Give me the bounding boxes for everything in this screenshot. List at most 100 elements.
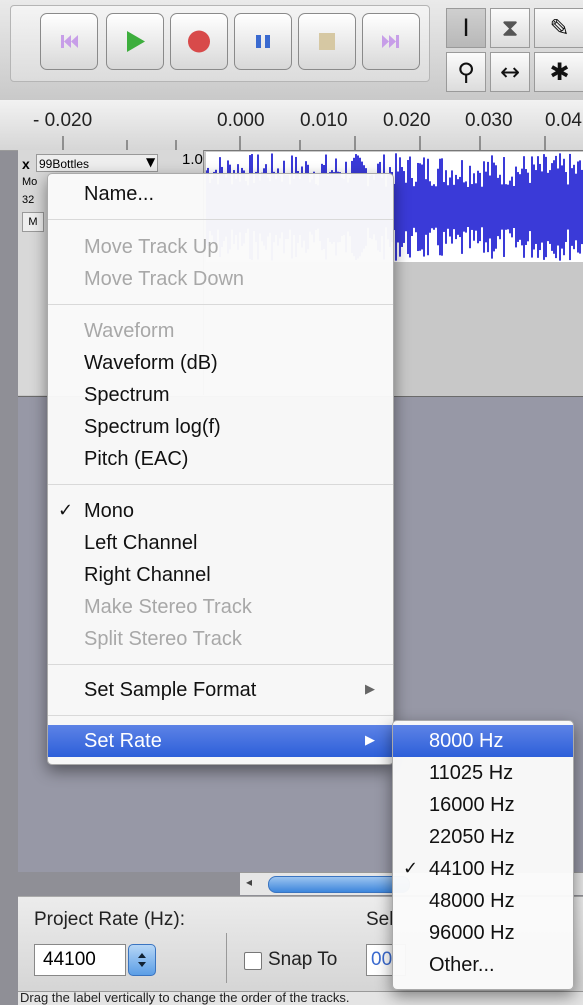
stop-button[interactable]	[298, 13, 356, 70]
envelope-icon: ⧗	[501, 14, 519, 42]
rate-option-label: 44100 Hz	[429, 858, 515, 880]
stepper-arrows-icon	[138, 953, 146, 967]
ruler-tick-label: 0.04	[545, 110, 582, 131]
project-rate-input[interactable]: 44100	[34, 944, 126, 976]
menu-item-name[interactable]: Name...	[48, 178, 393, 210]
play-icon	[127, 31, 145, 52]
menu-item-label: Make Stereo Track	[84, 596, 252, 618]
i-beam-icon: I	[462, 14, 470, 42]
rate-option-8000[interactable]: 8000 Hz	[393, 725, 573, 757]
asterisk-icon: ✱	[549, 58, 570, 86]
rate-option-44100[interactable]: ✓ 44100 Hz	[393, 853, 573, 885]
project-rate-dropdown[interactable]	[128, 944, 156, 976]
menu-item-move-track-up: Move Track Up	[48, 231, 393, 263]
menu-item-set-sample-format[interactable]: Set Sample Format ▶	[48, 674, 393, 706]
menu-item-waveform: Waveform	[48, 315, 393, 347]
scroll-left-icon[interactable]: ◂	[246, 875, 252, 889]
menu-item-pitch[interactable]: Pitch (EAC)	[48, 443, 393, 475]
set-rate-submenu: 8000 Hz 11025 Hz 16000 Hz 22050 Hz ✓ 4410…	[392, 720, 574, 990]
menu-item-make-stereo-track: Make Stereo Track	[48, 591, 393, 623]
snap-to-checkbox[interactable]	[244, 952, 262, 970]
scrollbar-thumb[interactable]	[268, 876, 410, 893]
ruler-tick-label: - 0.020	[33, 110, 93, 131]
menu-item-label: Mono	[84, 500, 135, 522]
menu-item-label: Move Track Down	[84, 268, 245, 290]
skip-to-start-button[interactable]	[40, 13, 98, 70]
rate-option-22050[interactable]: 22050 Hz	[393, 821, 573, 853]
rate-option-other[interactable]: Other...	[393, 949, 573, 981]
pause-icon	[256, 35, 270, 48]
menu-item-left-channel[interactable]: Left Channel	[48, 527, 393, 559]
menu-item-set-rate[interactable]: Set Rate ▶	[48, 725, 393, 757]
rate-option-96000[interactable]: 96000 Hz	[393, 917, 573, 949]
menu-item-label: Waveform	[84, 320, 175, 342]
menu-separator	[48, 664, 393, 665]
menu-item-right-channel[interactable]: Right Channel	[48, 559, 393, 591]
menu-separator	[48, 219, 393, 220]
menu-item-spectrum[interactable]: Spectrum	[48, 379, 393, 411]
rate-option-48000[interactable]: 48000 Hz	[393, 885, 573, 917]
stop-icon	[319, 33, 335, 50]
checkmark-icon: ✓	[58, 500, 74, 521]
menu-item-label: Name...	[84, 183, 155, 205]
project-rate-label: Project Rate (Hz):	[34, 909, 185, 930]
rate-option-11025[interactable]: 11025 Hz	[393, 757, 573, 789]
multi-tool-button[interactable]: ✱	[534, 52, 583, 92]
selection-label: Sel	[366, 909, 394, 930]
menu-item-label: Move Track Up	[84, 236, 219, 258]
menu-item-spectrum-log[interactable]: Spectrum log(f)	[48, 411, 393, 443]
menu-item-label: Spectrum	[84, 384, 170, 406]
skip-to-end-button[interactable]	[362, 13, 420, 70]
menu-item-move-track-down: Move Track Down	[48, 263, 393, 295]
chevron-down-icon: ▼	[146, 155, 156, 169]
ruler-tick-label: 0.020	[383, 110, 431, 131]
menu-item-label: Split Stereo Track	[84, 628, 242, 650]
rate-option-label: 8000 Hz	[429, 730, 504, 752]
double-arrow-icon: ↔	[499, 58, 521, 86]
track-scale-label: 1.0	[182, 151, 203, 168]
menu-item-mono[interactable]: ✓ Mono	[48, 495, 393, 527]
track-name-button[interactable]: 99Bottles	[36, 154, 158, 172]
status-bar: Drag the label vertically to change the …	[18, 991, 583, 1005]
pencil-icon: ✎	[549, 14, 570, 42]
snap-to-label: Snap To	[268, 949, 338, 970]
rate-option-label: 96000 Hz	[429, 922, 515, 944]
menu-item-label: Left Channel	[84, 532, 198, 554]
track-info-line: 32	[22, 194, 35, 206]
selection-tool-button[interactable]: I	[446, 8, 486, 48]
draw-tool-button[interactable]: ✎	[534, 8, 583, 48]
track-close-button[interactable]: x	[22, 156, 30, 172]
rate-option-label: 16000 Hz	[429, 794, 515, 816]
menu-item-label: Spectrum log(f)	[84, 416, 221, 438]
time-shift-tool-button[interactable]: ↔	[490, 52, 530, 92]
rate-option-label: 11025 Hz	[429, 762, 514, 784]
ruler-tick-label: 0.030	[465, 110, 513, 131]
menu-item-split-stereo-track: Split Stereo Track	[48, 623, 393, 655]
selection-start-value: 00	[371, 949, 393, 970]
menu-item-label: Right Channel	[84, 564, 211, 586]
ruler-tick-label: 0.010	[300, 110, 348, 131]
magnifier-icon: ⚲	[457, 58, 475, 86]
submenu-arrow-icon: ▶	[365, 733, 375, 748]
track-context-menu: Name... Move Track Up Move Track Down Wa…	[47, 173, 394, 765]
mute-button[interactable]: M	[22, 212, 44, 232]
menu-separator	[48, 304, 393, 305]
record-icon	[188, 30, 210, 53]
status-text: Drag the label vertically to change the …	[20, 991, 350, 1005]
menu-item-label: Pitch (EAC)	[84, 448, 189, 470]
skip-end-icon	[382, 35, 399, 48]
project-rate-value: 44100	[43, 949, 96, 970]
pause-button[interactable]	[234, 13, 292, 70]
menu-item-label: Set Sample Format	[84, 679, 257, 701]
checkmark-icon: ✓	[403, 858, 419, 879]
skip-start-icon	[61, 35, 78, 48]
menu-separator	[48, 484, 393, 485]
menu-separator	[48, 715, 393, 716]
rate-option-16000[interactable]: 16000 Hz	[393, 789, 573, 821]
record-button[interactable]	[170, 13, 228, 70]
play-button[interactable]	[106, 13, 164, 70]
rate-option-label: Other...	[429, 954, 495, 976]
zoom-tool-button[interactable]: ⚲	[446, 52, 486, 92]
envelope-tool-button[interactable]: ⧗	[490, 8, 530, 48]
menu-item-waveform-db[interactable]: Waveform (dB)	[48, 347, 393, 379]
